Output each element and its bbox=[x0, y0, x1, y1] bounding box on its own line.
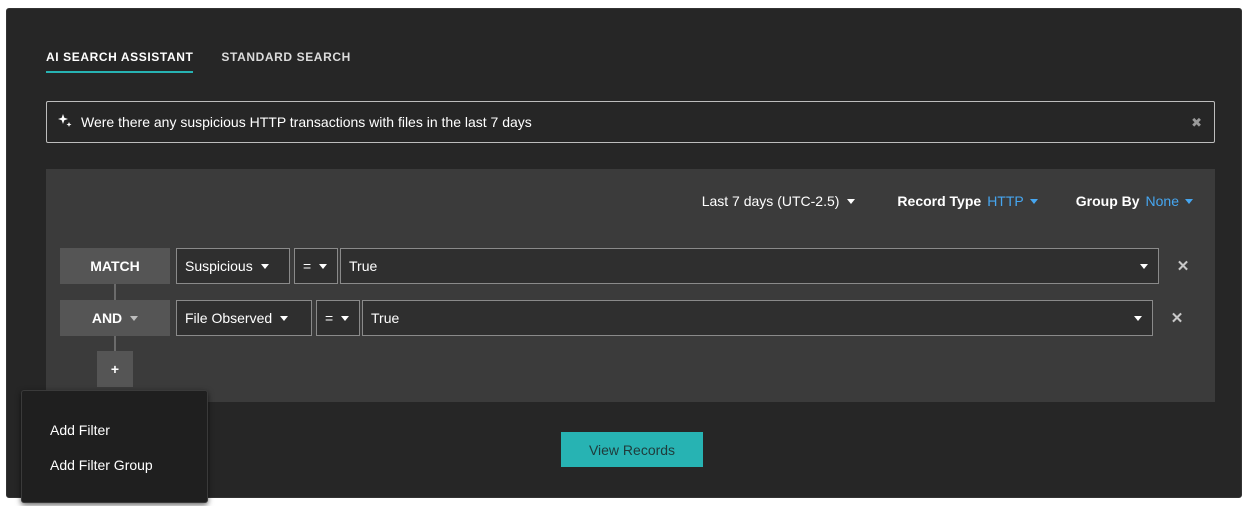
tab-standard-search[interactable]: STANDARD SEARCH bbox=[221, 50, 350, 73]
sparkle-icon bbox=[57, 113, 79, 131]
remove-filter-icon[interactable]: ✕ bbox=[1173, 257, 1193, 275]
query-builder: Last 7 days (UTC-2.5) Record Type HTTP G… bbox=[46, 169, 1215, 402]
logic-label: AND bbox=[91, 310, 123, 326]
chevron-down-icon bbox=[130, 315, 139, 321]
filter-connector-line bbox=[114, 283, 116, 300]
time-range-label: Last 7 days (UTC-2.5) bbox=[701, 193, 840, 209]
chevron-down-icon bbox=[1140, 264, 1148, 269]
filter-field-dropdown[interactable]: File Observed bbox=[176, 300, 312, 336]
add-filter-button[interactable]: + bbox=[97, 351, 133, 387]
search-tabs: AI SEARCH ASSISTANT STANDARD SEARCH bbox=[46, 50, 351, 73]
close-icon[interactable]: ✖ bbox=[1191, 115, 1202, 131]
filter-operator-label: = bbox=[303, 258, 312, 274]
filter-field-label: File Observed bbox=[185, 310, 273, 326]
ai-search-input[interactable]: Were there any suspicious HTTP transacti… bbox=[46, 101, 1215, 143]
time-range-dropdown[interactable]: Last 7 days (UTC-2.5) bbox=[702, 193, 856, 209]
record-type-label: Record Type bbox=[897, 193, 982, 209]
group-by-dropdown[interactable]: Group By None bbox=[1076, 193, 1193, 209]
filter-field-dropdown[interactable]: Suspicious bbox=[176, 248, 290, 284]
chevron-down-icon bbox=[1185, 198, 1193, 204]
group-by-label: Group By bbox=[1075, 193, 1140, 209]
query-controls: Last 7 days (UTC-2.5) Record Type HTTP G… bbox=[702, 192, 1215, 210]
record-type-dropdown[interactable]: Record Type HTTP bbox=[897, 193, 1038, 209]
chevron-down-icon bbox=[319, 263, 328, 269]
remove-filter-icon[interactable]: ✕ bbox=[1167, 309, 1187, 327]
filter-value-text: True bbox=[349, 258, 378, 274]
filter-operator-label: = bbox=[325, 310, 334, 326]
filter-connector-line bbox=[114, 335, 116, 351]
filter-value-input[interactable]: True bbox=[362, 300, 1153, 336]
view-records-button[interactable]: View Records bbox=[561, 432, 703, 467]
filter-value-text: True bbox=[371, 310, 400, 326]
chevron-down-icon bbox=[341, 315, 350, 321]
record-type-value: HTTP bbox=[987, 193, 1024, 209]
filter-operator-dropdown[interactable]: = bbox=[294, 248, 338, 284]
chevron-down-icon bbox=[280, 315, 289, 321]
match-logic-label: MATCH bbox=[60, 248, 170, 284]
filter-row: AND File Observed = True ✕ bbox=[60, 300, 1187, 336]
menu-item-add-filter-group[interactable]: Add Filter Group bbox=[50, 457, 153, 473]
chevron-down-icon bbox=[1029, 198, 1038, 204]
filter-row: MATCH Suspicious = True ✕ bbox=[60, 248, 1193, 284]
add-filter-menu: Add Filter Add Filter Group bbox=[21, 390, 208, 503]
tab-ai-search-assistant[interactable]: AI SEARCH ASSISTANT bbox=[46, 50, 194, 73]
menu-item-add-filter[interactable]: Add Filter bbox=[50, 422, 110, 438]
chevron-down-icon bbox=[1134, 316, 1142, 321]
search-query-text: Were there any suspicious HTTP transacti… bbox=[81, 114, 532, 130]
filter-value-input[interactable]: True bbox=[340, 248, 1159, 284]
group-by-value: None bbox=[1145, 193, 1179, 209]
filter-field-label: Suspicious bbox=[185, 258, 253, 274]
filter-operator-dropdown[interactable]: = bbox=[316, 300, 360, 336]
chevron-down-icon bbox=[260, 263, 269, 269]
and-logic-dropdown[interactable]: AND bbox=[60, 300, 170, 336]
chevron-down-icon bbox=[847, 198, 856, 204]
